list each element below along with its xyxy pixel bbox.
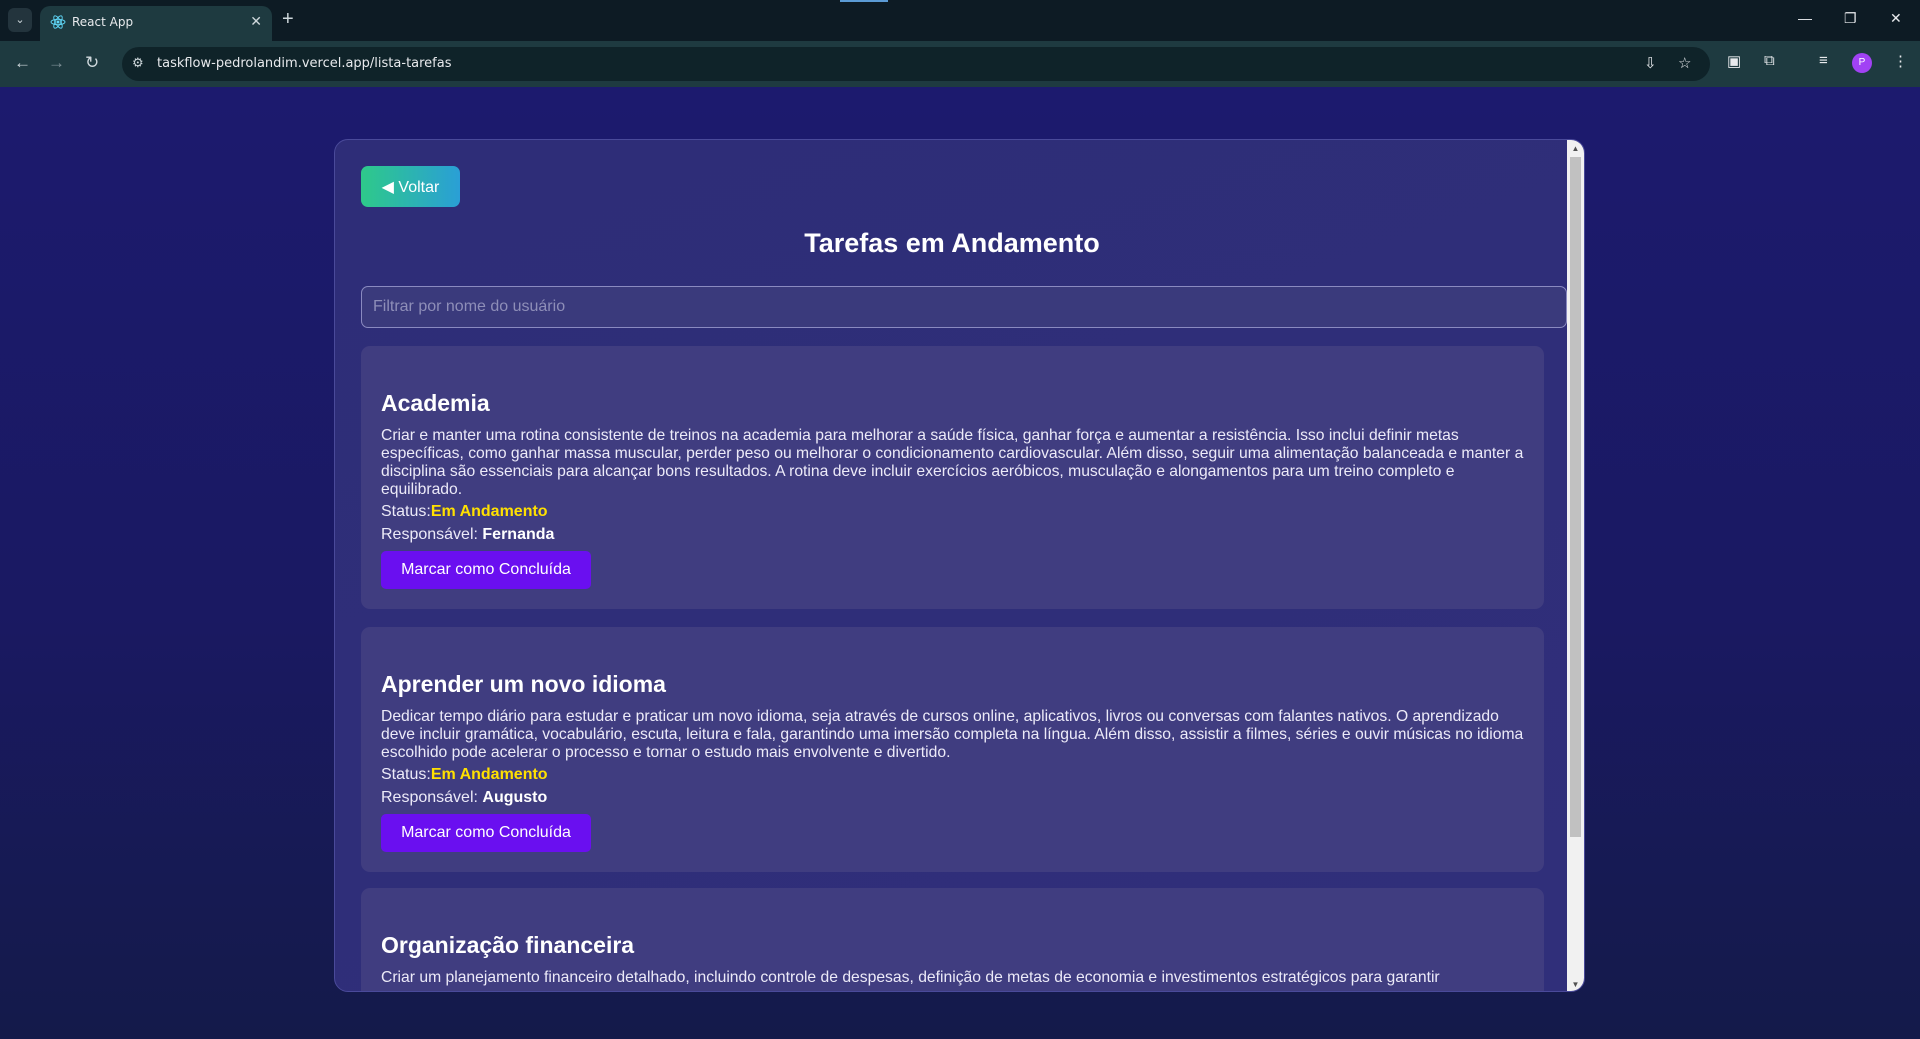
back-icon[interactable]: ← bbox=[14, 53, 31, 73]
tab-accent bbox=[840, 0, 888, 2]
scrollbar[interactable]: ▲ ▼ bbox=[1567, 140, 1584, 991]
status-label: Status: bbox=[381, 503, 431, 520]
responsible-value: Augusto bbox=[482, 789, 548, 806]
star-icon[interactable]: ☆ bbox=[1678, 54, 1691, 72]
task-description: Dedicar tempo diário para estudar e prat… bbox=[381, 708, 1524, 761]
scroll-down-icon[interactable]: ▼ bbox=[1567, 976, 1584, 991]
install-icon[interactable]: ⇩ bbox=[1644, 54, 1657, 72]
restore-icon[interactable]: ❐ bbox=[1844, 10, 1857, 27]
mark-done-button[interactable]: Marcar como Concluída bbox=[381, 814, 591, 852]
translate-icon[interactable]: ▣ bbox=[1727, 52, 1741, 70]
task-responsible: Responsável: Fernanda bbox=[381, 526, 554, 544]
scrollbar-thumb[interactable] bbox=[1570, 157, 1581, 837]
close-icon[interactable]: ✕ bbox=[250, 13, 262, 30]
forward-icon[interactable]: → bbox=[48, 53, 65, 73]
task-title: Academia bbox=[381, 390, 490, 416]
task-card: Organização financeira Criar um planejam… bbox=[361, 888, 1544, 991]
tasks-container: ◀ Voltar Tarefas em Andamento Academia C… bbox=[334, 139, 1585, 992]
extensions-icon[interactable]: ⧉ bbox=[1764, 52, 1775, 69]
browser-tab-bar: ⌄ React App ✕ + — ❐ ✕ bbox=[0, 0, 1920, 41]
new-tab-icon[interactable]: + bbox=[282, 8, 294, 30]
tab-title: React App bbox=[72, 15, 134, 29]
task-title: Organização financeira bbox=[381, 932, 635, 958]
browser-toolbar: ← → ↻ ⚙ taskflow-pedrolandim.vercel.app/… bbox=[0, 41, 1920, 87]
reload-icon[interactable]: ↻ bbox=[85, 53, 99, 73]
page-viewport: ◀ Voltar Tarefas em Andamento Academia C… bbox=[0, 87, 1920, 1039]
status-value: Em Andamento bbox=[430, 766, 548, 783]
task-description: Criar e manter uma rotina consistente de… bbox=[381, 427, 1524, 498]
address-bar[interactable]: ⚙ taskflow-pedrolandim.vercel.app/lista-… bbox=[122, 47, 1710, 81]
site-info-icon[interactable]: ⚙ bbox=[132, 55, 144, 71]
responsible-label: Responsável: bbox=[381, 526, 483, 543]
task-card: Aprender um novo idioma Dedicar tempo di… bbox=[361, 627, 1544, 872]
menu-icon[interactable]: ⋮ bbox=[1893, 52, 1908, 70]
react-logo-icon bbox=[50, 15, 66, 29]
scroll-up-icon[interactable]: ▲ bbox=[1567, 140, 1584, 157]
responsible-label: Responsável: bbox=[381, 789, 483, 806]
url-text[interactable]: taskflow-pedrolandim.vercel.app/lista-ta… bbox=[157, 56, 452, 71]
scroll-area[interactable]: ◀ Voltar Tarefas em Andamento Academia C… bbox=[335, 140, 1569, 991]
status-value: Em Andamento bbox=[430, 503, 548, 520]
task-status: Status:Em Andamento bbox=[381, 503, 548, 521]
back-button[interactable]: ◀ Voltar bbox=[361, 166, 460, 207]
browser-tab[interactable]: React App ✕ bbox=[40, 6, 272, 41]
task-status: Status:Em Andamento bbox=[381, 766, 548, 784]
task-responsible: Responsável: Augusto bbox=[381, 789, 547, 807]
user-filter-input[interactable] bbox=[361, 286, 1567, 328]
task-card: Academia Criar e manter uma rotina consi… bbox=[361, 346, 1544, 609]
task-description: Criar um planejamento financeiro detalha… bbox=[381, 969, 1440, 986]
tab-list-icon[interactable]: ⌄ bbox=[8, 8, 32, 32]
responsible-value: Fernanda bbox=[482, 526, 555, 543]
mark-done-button[interactable]: Marcar como Concluída bbox=[381, 551, 591, 589]
task-title: Aprender um novo idioma bbox=[381, 671, 666, 697]
page-title: Tarefas em Andamento bbox=[804, 228, 1100, 258]
profile-avatar[interactable]: P bbox=[1852, 53, 1872, 73]
status-label: Status: bbox=[381, 766, 431, 783]
minimize-icon[interactable]: — bbox=[1798, 10, 1812, 26]
reading-list-icon[interactable]: ≡ bbox=[1819, 52, 1828, 69]
window-close-icon[interactable]: ✕ bbox=[1890, 10, 1902, 27]
